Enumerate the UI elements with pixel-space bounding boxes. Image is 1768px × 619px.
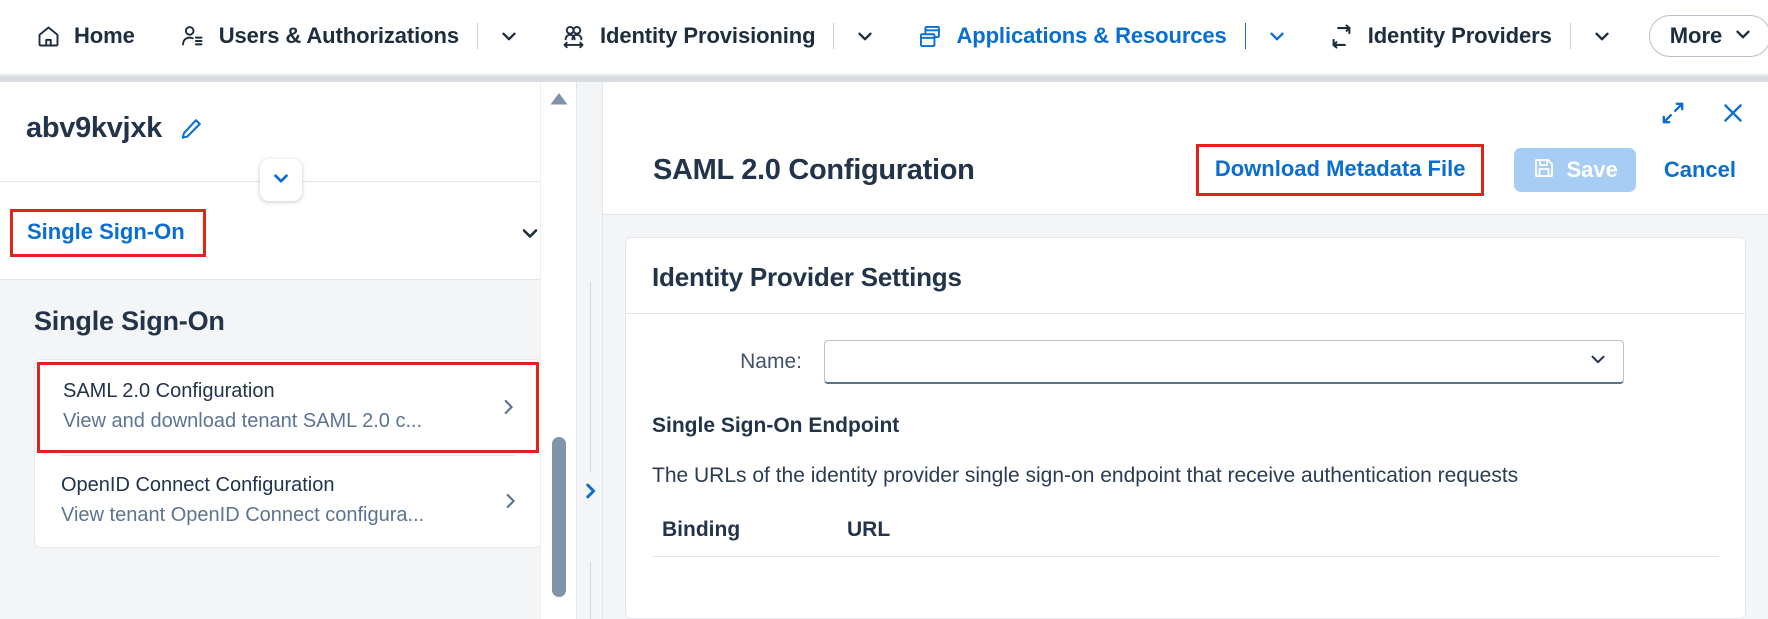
nav-item-applications-resources[interactable]: Applications & Resources [912,0,1263,72]
tenant-name: abv9kvjxk [26,112,162,145]
nav-separator [833,23,834,49]
save-button[interactable]: Save [1514,148,1635,192]
list-item-saml-configuration[interactable]: SAML 2.0 Configuration View and download… [37,362,539,453]
workspace: abv9kvjxk Single Sign-On [0,82,1768,619]
page-title: SAML 2.0 Configuration [653,154,975,187]
user-list-icon [179,22,207,50]
chevron-down-icon [1732,23,1754,50]
top-navigation-bar: Home Users & Authorizations [0,0,1768,72]
nav-item-users-authorizations-label: Users & Authorizations [219,23,459,49]
chevron-right-icon[interactable] [579,480,601,502]
close-icon[interactable] [1720,100,1746,126]
column-header-url: URL [847,518,890,542]
nav-item-identity-providers[interactable]: Identity Providers [1324,0,1589,72]
right-pane-actions: Download Metadata File Save Cancel [1196,144,1746,196]
single-sign-on-endpoint-description: The URLs of the identity provider single… [652,464,1719,488]
nav-caret-users-authorizations[interactable] [496,23,522,49]
name-form-row: Name: [652,340,1719,384]
nav-item-users-authorizations[interactable]: Users & Authorizations [175,0,496,72]
nav-item-identity-provisioning-label: Identity Provisioning [600,23,815,49]
name-select[interactable] [824,340,1624,384]
download-metadata-highlight: Download Metadata File [1196,144,1485,196]
home-icon [34,22,62,50]
nav-caret-identity-provisioning[interactable] [852,23,878,49]
collapse-divider [0,159,576,203]
nav-caret-applications-resources[interactable] [1264,23,1290,49]
pencil-icon[interactable] [178,116,204,142]
list-item-text: OpenID Connect Configuration View tenant… [61,474,489,527]
nav-separator [477,23,478,49]
single-sign-on-caret-icon[interactable] [518,221,542,245]
tenant-row: abv9kvjxk [0,112,576,145]
save-button-label: Save [1566,157,1617,183]
nav-item-identity-provisioning[interactable]: Identity Provisioning [556,0,852,72]
save-floppy-icon [1532,156,1556,185]
list-item-subtitle: View and download tenant SAML 2.0 c... [63,410,487,433]
sso-options-card: SAML 2.0 Configuration View and download… [34,359,542,548]
single-sign-on-link-highlight: Single Sign-On [10,209,206,257]
single-sign-on-link-row: Single Sign-On [0,203,576,279]
chevron-down-icon [270,167,292,194]
nav-item-identity-providers-label: Identity Providers [1368,23,1552,49]
right-pane: SAML 2.0 Configuration Download Metadata… [603,82,1768,619]
chevron-down-icon [1587,348,1609,375]
panel-header: Identity Provider Settings [626,238,1745,314]
column-header-binding: Binding [662,518,847,542]
list-item-openid-connect-configuration[interactable]: OpenID Connect Configuration View tenant… [35,456,541,547]
expand-icon[interactable] [1660,100,1686,126]
nav-caret-identity-providers[interactable] [1589,23,1615,49]
scroll-up-arrow-icon[interactable] [549,92,569,111]
nav-item-home[interactable]: Home [30,0,139,72]
right-pane-content: Identity Provider Settings Name: Single … [603,215,1768,619]
nav-item-home-label: Home [74,23,135,49]
list-item-title: SAML 2.0 Configuration [63,380,487,403]
right-pane-header: SAML 2.0 Configuration Download Metadata… [603,82,1768,215]
single-sign-on-link[interactable]: Single Sign-On [27,219,185,244]
download-metadata-file-link[interactable]: Download Metadata File [1215,156,1466,181]
scrollbar-thumb[interactable] [552,437,566,597]
right-pane-window-controls [1660,100,1746,126]
nav-item-applications-resources-label: Applications & Resources [956,23,1226,49]
pane-splitter[interactable] [576,82,603,619]
left-pane-header: abv9kvjxk Single Sign-On [0,82,576,279]
name-label: Name: [652,350,824,374]
cancel-button[interactable]: Cancel [1664,157,1736,183]
more-button-label: More [1670,23,1723,49]
single-sign-on-endpoint-title: Single Sign-On Endpoint [652,414,1719,438]
applications-resources-icon [916,22,944,50]
left-pane: abv9kvjxk Single Sign-On [0,82,576,619]
splitter-line-bottom [590,562,591,619]
panel-title: Identity Provider Settings [652,262,962,292]
identity-provider-settings-panel: Identity Provider Settings Name: Single … [625,237,1746,619]
splitter-line-top [590,282,591,472]
collapse-header-button[interactable] [260,159,302,201]
nav-separator [1245,23,1246,49]
identity-providers-icon [1328,22,1356,50]
endpoint-table-header: Binding URL [652,518,1719,557]
nav-bottom-shadow [0,72,1768,82]
list-item-title: OpenID Connect Configuration [61,474,489,497]
chevron-right-icon [497,396,519,418]
list-item-subtitle: View tenant OpenID Connect configura... [61,504,489,527]
panel-body: Name: Single Sign-On Endpoint The URLs o… [626,314,1745,557]
nav-item-list: Home Users & Authorizations [30,0,1649,72]
left-pane-scrollbar[interactable] [540,82,576,619]
left-pane-body: Single Sign-On SAML 2.0 Configuration Vi… [0,279,576,619]
left-pane-section-title: Single Sign-On [34,306,542,337]
identity-provisioning-icon [560,22,588,50]
nav-separator [1570,23,1571,49]
list-item-text: SAML 2.0 Configuration View and download… [63,380,487,433]
more-button[interactable]: More [1649,15,1768,57]
chevron-right-icon [499,490,521,512]
